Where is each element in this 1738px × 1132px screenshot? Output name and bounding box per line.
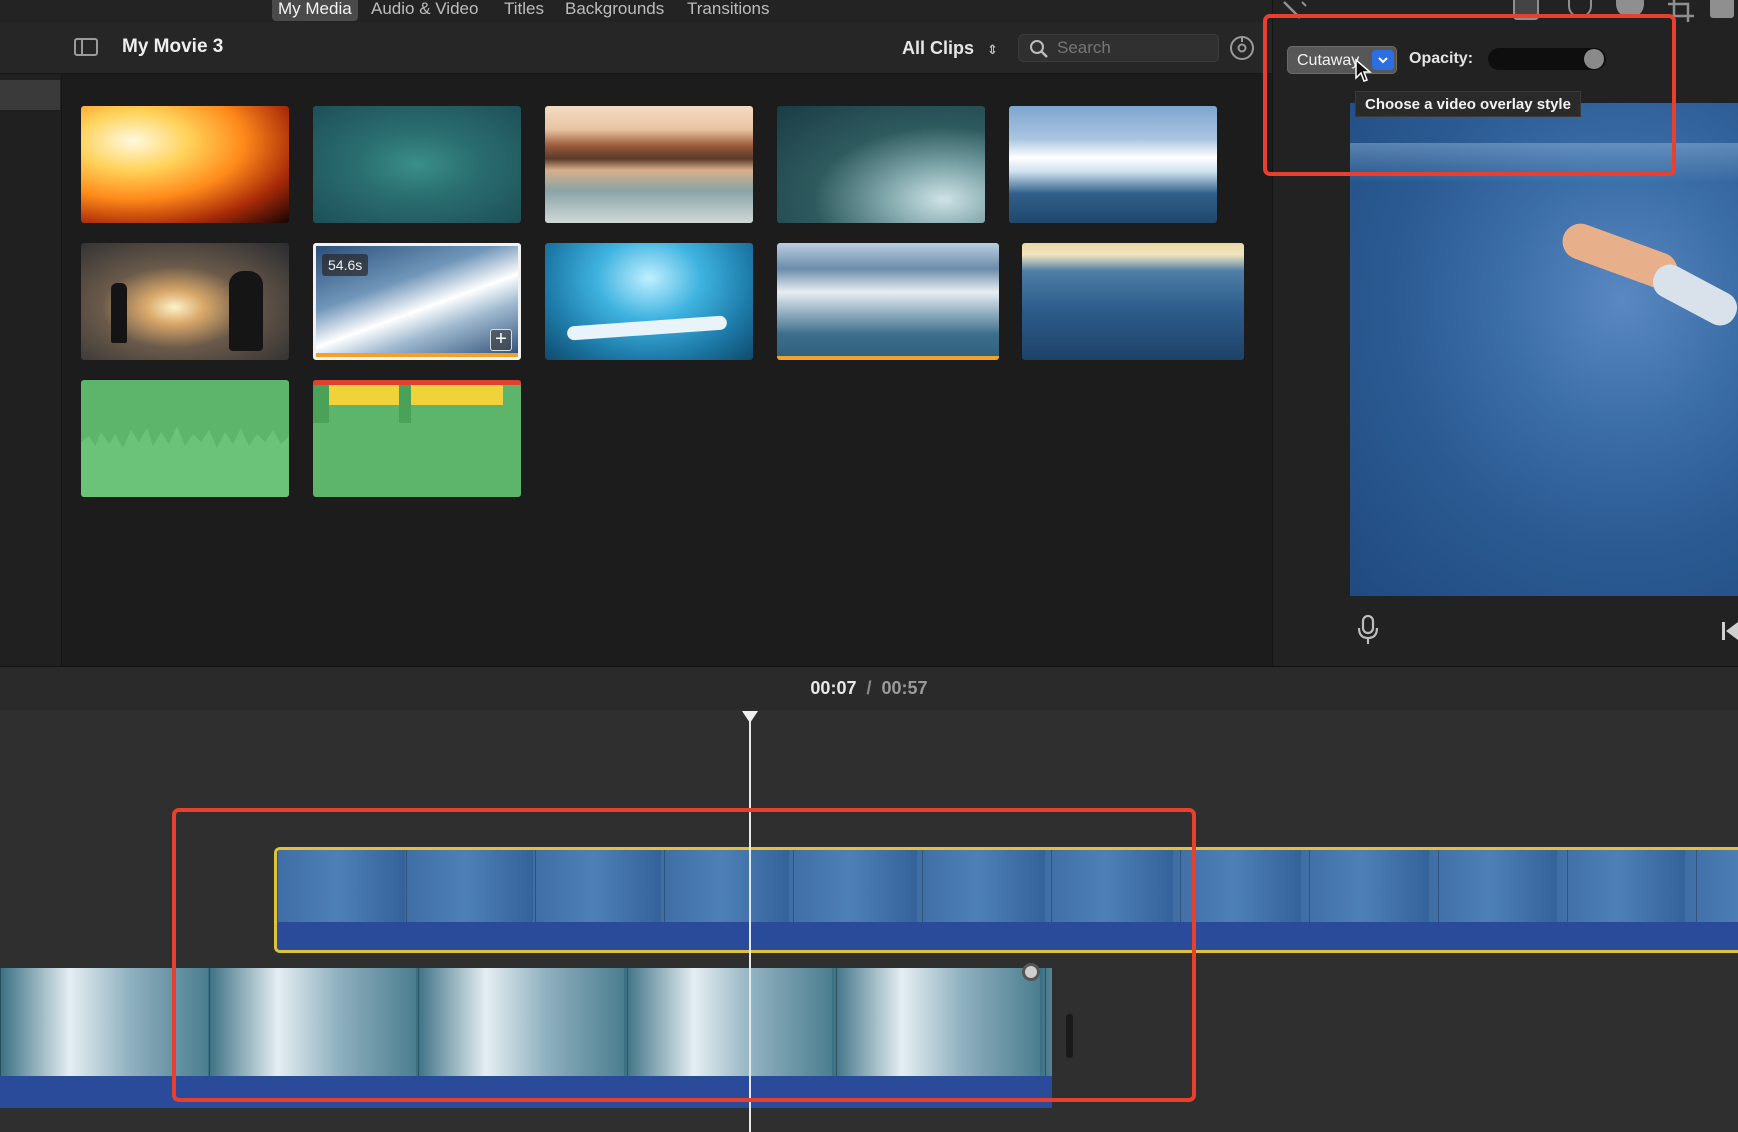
highlight-box-overlay-controls <box>1263 14 1676 176</box>
timeline-header: 00:07 / 00:57 <box>0 666 1738 710</box>
all-clips-dropdown[interactable]: All Clips ⇕ <box>902 34 998 62</box>
sidebar-toggle-icon[interactable] <box>74 38 98 56</box>
clip-thumbnail-wave-aerial[interactable] <box>777 106 985 223</box>
clip-used-bar <box>316 353 518 357</box>
tab-backgrounds[interactable]: Backgrounds <box>559 0 670 21</box>
project-title: My Movie 3 <box>122 36 224 57</box>
clip-thumbnail-underwater[interactable] <box>313 106 521 223</box>
current-time: 00:07 <box>810 678 857 698</box>
search-icon <box>1030 40 1048 58</box>
clip-thumbnail-breaking-wave[interactable] <box>777 243 999 360</box>
audio-waveform <box>81 426 289 497</box>
libraries-sidebar <box>0 74 62 666</box>
clip-thumbnail-ocean[interactable] <box>1022 243 1244 360</box>
clip-thumbnail-surfer-selected[interactable]: 54.6s + <box>313 243 521 360</box>
skip-back-icon[interactable] <box>1720 620 1738 642</box>
audio-clip-music[interactable] <box>313 380 521 497</box>
microphone-icon[interactable] <box>1356 614 1380 646</box>
settings-icon[interactable] <box>1229 35 1255 61</box>
clip-thumbnail-coast[interactable] <box>545 106 753 223</box>
stabilization-icon[interactable] <box>1710 0 1734 18</box>
tab-audio-video[interactable]: Audio & Video <box>365 0 484 21</box>
playhead-icon[interactable] <box>741 710 759 724</box>
search-field[interactable] <box>1018 34 1219 62</box>
updown-chevron-icon: ⇕ <box>987 42 998 57</box>
clip-thumbnail-sunset-surfers[interactable] <box>81 243 289 360</box>
clip-duration-badge: 54.6s <box>322 254 369 276</box>
search-input[interactable] <box>1057 37 1212 59</box>
timecode-display: 00:07 / 00:57 <box>0 678 1738 699</box>
tab-my-media[interactable]: My Media <box>272 0 358 21</box>
browser-header: My Movie 3 All Clips ⇕ <box>0 22 1272 74</box>
add-clip-icon[interactable]: + <box>490 329 512 351</box>
all-clips-label: All Clips <box>902 38 975 58</box>
tab-transitions[interactable]: Transitions <box>681 0 776 21</box>
clip-thumbnail-fire[interactable] <box>81 106 289 223</box>
total-time: 00:57 <box>881 678 928 698</box>
clip-thumbnail-underwater-surfboard[interactable] <box>545 243 753 360</box>
tab-titles[interactable]: Titles <box>498 0 550 21</box>
clip-used-bar-2 <box>777 356 999 360</box>
audio-clip-waveform[interactable] <box>81 380 289 497</box>
time-separator: / <box>866 678 872 698</box>
viewer-video-frame <box>1350 103 1738 596</box>
clip-thumbnail-surfer[interactable] <box>1009 106 1217 223</box>
library-item-selected[interactable] <box>0 80 60 110</box>
highlight-box-timeline-clips <box>172 808 1196 1102</box>
